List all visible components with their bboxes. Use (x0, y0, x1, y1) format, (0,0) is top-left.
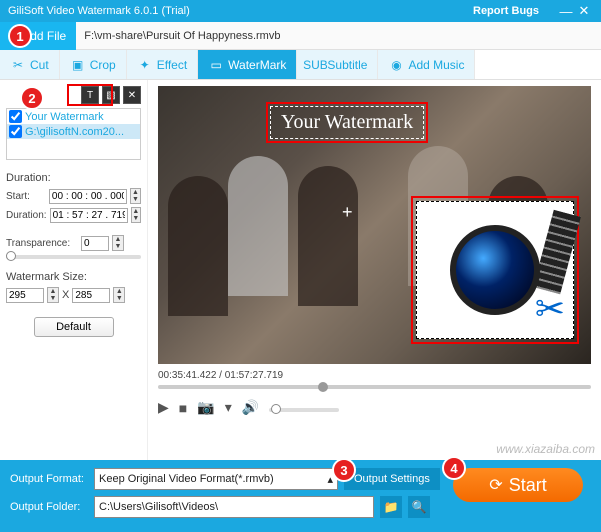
height-spinner[interactable]: ▲▼ (113, 287, 125, 303)
file-path-display: F:\vm-share\Pursuit Of Happyness.rmvb (76, 30, 601, 42)
watermark-tools: T ▧ ✕ (6, 86, 141, 104)
start-button[interactable]: ⟳ Start (453, 468, 583, 502)
start-spinner[interactable]: ▲▼ (130, 188, 141, 204)
duration-spinner[interactable]: ▲▼ (131, 207, 141, 223)
watermark-checkbox[interactable] (9, 125, 22, 138)
bottom-bar: Output Format: Keep Original Video Forma… (0, 460, 601, 532)
watermark-list[interactable]: Your Watermark G:\gilisoftN.com20... (6, 108, 141, 160)
duration-input[interactable] (50, 208, 128, 223)
tab-add-music[interactable]: ◉Add Music (378, 50, 475, 79)
close-button[interactable]: ✕ (575, 3, 593, 19)
subtitle-icon: SUB (307, 57, 323, 73)
titlebar: GiliSoft Video Watermark 6.0.1 (Trial) R… (0, 0, 601, 22)
browse-folder-button[interactable]: 📁 (380, 496, 402, 518)
scissors-icon: ✂ (10, 57, 26, 73)
plus-icon: + (10, 28, 18, 44)
minimize-button[interactable]: — (557, 4, 575, 19)
tab-subtitle[interactable]: SUBSubtitle (297, 50, 378, 79)
lens-icon (450, 225, 540, 315)
preview-panel: Your Watermark + ✂ 00:35:41.422 / 01:57:… (148, 80, 601, 460)
width-spinner[interactable]: ▲▼ (47, 287, 59, 303)
tab-crop[interactable]: ▣Crop (60, 50, 127, 79)
add-image-watermark-button[interactable]: ▧ (102, 86, 120, 104)
file-toolbar: + Add File F:\vm-share\Pursuit Of Happyn… (0, 22, 601, 50)
image-watermark-overlay[interactable]: ✂ (411, 196, 579, 344)
left-panel: T ▧ ✕ Your Watermark G:\gilisoftN.com20.… (0, 80, 148, 460)
time-display: 00:35:41.422 / 01:57:27.719 (158, 370, 591, 381)
output-settings-button[interactable]: Output Settings (344, 468, 440, 490)
watermark-icon: ▭ (208, 57, 224, 73)
start-time-input[interactable] (49, 189, 127, 204)
duration-section: Duration: Start: ▲▼ Duration: ▲▼ (6, 172, 141, 223)
height-input[interactable] (72, 288, 110, 303)
default-button[interactable]: Default (34, 317, 114, 337)
filmstrip-icon (533, 210, 581, 295)
watermark-checkbox[interactable] (9, 110, 22, 123)
volume-button[interactable]: 🔊 (242, 399, 259, 416)
tab-watermark[interactable]: ▭WaterMark (198, 50, 297, 79)
video-preview[interactable]: Your Watermark + ✂ (158, 86, 591, 364)
transparence-input[interactable] (81, 236, 109, 251)
open-folder-button[interactable]: 🔍 (408, 496, 430, 518)
crosshair-icon: + (342, 202, 353, 223)
scissors-icon: ✂ (535, 288, 565, 330)
add-text-watermark-button[interactable]: T (81, 86, 99, 104)
list-item[interactable]: G:\gilisoftN.com20... (7, 124, 140, 139)
seek-slider[interactable] (158, 385, 591, 389)
add-file-label: Add File (22, 29, 66, 43)
snapshot-button[interactable]: 📷 (197, 399, 214, 416)
stop-button[interactable]: ■ (179, 400, 187, 416)
effect-icon: ✦ (137, 57, 153, 73)
music-icon: ◉ (388, 57, 404, 73)
play-button[interactable]: ▶ (158, 399, 169, 416)
transparence-section: Transparence: ▲▼ (6, 235, 141, 259)
watermark-size-section: Watermark Size: ▲▼ X ▲▼ (6, 271, 141, 303)
transparence-slider[interactable] (6, 255, 141, 259)
crop-icon: ▣ (70, 57, 86, 73)
refresh-icon: ⟳ (489, 475, 502, 495)
tab-bar: ✂Cut ▣Crop ✦Effect ▭WaterMark SUBSubtitl… (0, 50, 601, 80)
tab-cut[interactable]: ✂Cut (0, 50, 60, 79)
snapshot-menu-button[interactable]: ▾ (225, 399, 232, 416)
chevron-up-icon: ▴ (327, 473, 333, 486)
output-format-select[interactable]: Keep Original Video Format(*.rmvb) ▴ (94, 468, 338, 490)
output-folder-input[interactable] (94, 496, 374, 518)
transparence-spinner[interactable]: ▲▼ (112, 235, 124, 251)
app-title: GiliSoft Video Watermark 6.0.1 (Trial) (8, 5, 190, 17)
volume-slider[interactable] (269, 408, 339, 412)
remove-watermark-button[interactable]: ✕ (123, 86, 141, 104)
playback-controls: ▶ ■ 📷 ▾ 🔊 (158, 399, 591, 416)
add-file-button[interactable]: + Add File (0, 22, 76, 50)
text-watermark-overlay[interactable]: Your Watermark (266, 102, 428, 143)
width-input[interactable] (6, 288, 44, 303)
tab-effect[interactable]: ✦Effect (127, 50, 198, 79)
list-item[interactable]: Your Watermark (7, 109, 140, 124)
report-bugs-link[interactable]: Report Bugs (473, 5, 539, 17)
